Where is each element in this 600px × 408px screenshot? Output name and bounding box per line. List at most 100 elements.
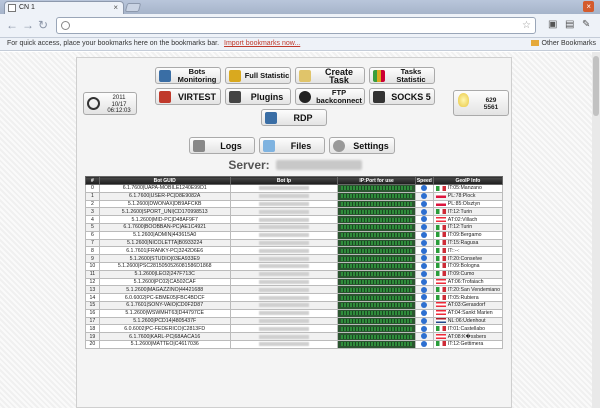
speed-cell[interactable] xyxy=(414,246,434,256)
ip-port-redacted[interactable] xyxy=(337,300,416,310)
info-icon[interactable] xyxy=(421,286,428,293)
bot-guid[interactable]: 6.1.7600|BOOBBAN-PC|AE1C4921 xyxy=(98,222,231,232)
column-header[interactable]: # xyxy=(85,176,100,185)
back-arrow-icon[interactable]: ← xyxy=(6,18,18,32)
tasks-statistic-button[interactable]: Tasks Statistic xyxy=(369,67,435,84)
ip-port-redacted[interactable] xyxy=(337,261,416,271)
info-icon[interactable] xyxy=(421,341,428,348)
bot-guid[interactable]: 5.1.2600|PC02|CA502CAF xyxy=(98,277,231,287)
table-row[interactable]: 18 6.0.6002|PC-FEDERICO|C2813FD IT:01:Cast… xyxy=(85,324,504,334)
virtest-button[interactable]: VIRTEST xyxy=(155,88,221,105)
bot-guid[interactable]: 6.1.7601|SONY-VAIO|CD0F2D87 xyxy=(98,300,231,310)
table-row[interactable]: 19 6.1.7600|KARL-PC|68AACA16 AT:08:K�ssber… xyxy=(85,332,504,341)
forward-arrow-icon[interactable]: → xyxy=(22,18,34,32)
speed-cell[interactable] xyxy=(414,339,434,349)
ip-port-redacted[interactable] xyxy=(337,238,416,248)
bot-guid[interactable]: 5.1.2600|ADMIN|443615A0 xyxy=(98,230,231,240)
table-row[interactable]: 12 5.1.2600|PC02|CA502CAF AT:06:Trofaiach xyxy=(85,277,504,287)
ip-port-redacted[interactable] xyxy=(337,222,416,232)
ip-port-redacted[interactable] xyxy=(337,215,416,224)
column-header[interactable]: Bot GUID xyxy=(98,176,231,185)
bot-guid[interactable]: 5.1.2600|STUDIO|03EA933E9 xyxy=(98,254,231,263)
info-icon[interactable] xyxy=(421,294,428,301)
settings-button[interactable]: Settings xyxy=(329,137,395,154)
full-statistic-button[interactable]: Full Statistic xyxy=(225,67,291,84)
info-icon[interactable] xyxy=(421,271,428,277)
column-header[interactable]: GeoIP Info xyxy=(432,176,504,185)
speed-cell[interactable] xyxy=(414,207,434,217)
speed-cell[interactable] xyxy=(414,285,434,295)
bot-guid[interactable]: 5.1.2600|MID-PC|D48AF9F7 xyxy=(98,215,231,224)
table-row[interactable]: 2 5.1.2600|DWONAX|DB9AFCKB PL:85:Olsztyn xyxy=(85,199,504,209)
ip-port-redacted[interactable] xyxy=(337,207,416,217)
speed-cell[interactable] xyxy=(414,199,434,209)
bot-guid[interactable]: 5.1.2600|WSWMHT63|D44797CE xyxy=(98,308,231,318)
bot-guid[interactable]: 5.1.2600|NICOLETTA|B0933224 xyxy=(98,238,231,248)
extension-icon[interactable]: ▣ xyxy=(548,19,557,30)
ip-port-redacted[interactable] xyxy=(337,230,416,240)
column-header[interactable]: Bot Ip xyxy=(229,176,339,185)
close-window-icon[interactable]: × xyxy=(583,1,594,12)
info-icon[interactable] xyxy=(421,310,428,316)
info-icon[interactable] xyxy=(421,185,428,192)
column-header[interactable]: IP:Port for use xyxy=(337,176,416,185)
scrollbar[interactable] xyxy=(592,52,600,408)
bot-guid[interactable]: 5.1.2600|MAGAZZINO|44421688 xyxy=(98,285,231,295)
ip-port-redacted[interactable] xyxy=(337,184,416,193)
speed-cell[interactable] xyxy=(414,261,434,271)
reload-icon[interactable]: ↻ xyxy=(38,18,48,32)
browser-tab[interactable]: CN 1 × xyxy=(4,1,124,14)
table-row[interactable]: 1 6.1.7600|USER-PC|D8E9082A PL:78:Plock xyxy=(85,191,504,201)
ip-port-redacted[interactable] xyxy=(337,308,416,318)
info-icon[interactable] xyxy=(421,216,428,223)
bookmark-star-icon[interactable]: ☆ xyxy=(522,18,531,33)
table-row[interactable]: 9 5.1.2600|STUDIO|03EA933E9 IT:20:Conselve xyxy=(85,254,504,263)
speed-cell[interactable] xyxy=(414,230,434,240)
table-row[interactable]: 7 5.1.2600|NICOLETTA|B0933224 IT:15:Ragusa xyxy=(85,238,504,248)
create-task-button[interactable]: Create Task xyxy=(295,67,365,84)
info-icon[interactable] xyxy=(421,255,428,262)
info-icon[interactable] xyxy=(421,279,428,285)
table-row[interactable]: 3 5.1.2600|SPORT_UNI|CD170998513 IT:12:Tur… xyxy=(85,207,504,217)
table-row[interactable]: 0 6.1.7600|UAPA-MOBILE1240E99D1 IT:05:Manz… xyxy=(85,184,504,193)
speed-cell[interactable] xyxy=(414,308,434,318)
speed-cell[interactable] xyxy=(414,293,434,302)
new-tab-button[interactable] xyxy=(124,3,142,12)
ip-port-redacted[interactable] xyxy=(337,339,416,349)
files-button[interactable]: Files xyxy=(259,137,325,154)
info-icon[interactable] xyxy=(421,193,428,199)
table-row[interactable]: 10 5.1.2600|PSC2815050526081586D1868 IT:09… xyxy=(85,261,504,271)
ip-port-redacted[interactable] xyxy=(337,324,416,334)
info-icon[interactable] xyxy=(421,302,428,309)
bot-guid[interactable]: 5.1.2600|LEO2|247F713C xyxy=(98,269,231,279)
bot-guid[interactable]: 6.1.7600|UAPA-MOBILE1240E99D1 xyxy=(98,184,231,193)
info-icon[interactable] xyxy=(421,263,428,270)
ip-port-redacted[interactable] xyxy=(337,277,416,287)
speed-cell[interactable] xyxy=(414,254,434,263)
socks5-button[interactable]: SOCKS 5 xyxy=(369,88,435,105)
info-icon[interactable] xyxy=(421,318,428,324)
close-tab-icon[interactable]: × xyxy=(113,2,118,14)
rdp-button[interactable]: RDP xyxy=(261,109,327,126)
page-menu-icon[interactable]: ▤ xyxy=(565,19,574,30)
ip-port-redacted[interactable] xyxy=(337,285,416,295)
bot-guid[interactable]: 5.1.2600|MATTEO|C4617036 xyxy=(98,339,231,349)
speed-cell[interactable] xyxy=(414,324,434,334)
info-icon[interactable] xyxy=(421,240,428,246)
speed-cell[interactable] xyxy=(414,316,434,326)
table-row[interactable]: 14 6.0.6002|PC-EBME05|FBC4BDCF IT:05:Rubie… xyxy=(85,293,504,302)
bot-guid[interactable]: 6.0.6002|PC-EBME05|FBC4BDCF xyxy=(98,293,231,302)
speed-cell[interactable] xyxy=(414,215,434,224)
table-row[interactable]: 15 6.1.7601|SONY-VAIO|CD0F2D87 AT:03:Geras… xyxy=(85,300,504,310)
info-icon[interactable] xyxy=(421,208,428,215)
speed-cell[interactable] xyxy=(414,184,434,193)
plugins-button[interactable]: Plugins xyxy=(225,88,291,105)
bot-guid[interactable]: 6.0.6002|PC-FEDERICO|C2813FD xyxy=(98,324,231,334)
bot-guid[interactable]: 5.1.2600|PSC2815050526081586D1868 xyxy=(98,261,231,271)
table-row[interactable]: 8 6.1.7601|FRANKY-PC|3242D6E6 IT::--: xyxy=(85,246,504,256)
info-icon[interactable] xyxy=(421,201,428,207)
ip-port-redacted[interactable] xyxy=(337,332,416,341)
ip-port-redacted[interactable] xyxy=(337,254,416,263)
bot-guid[interactable]: 6.1.7600|KARL-PC|68AACA16 xyxy=(98,332,231,341)
ip-port-redacted[interactable] xyxy=(337,316,416,326)
